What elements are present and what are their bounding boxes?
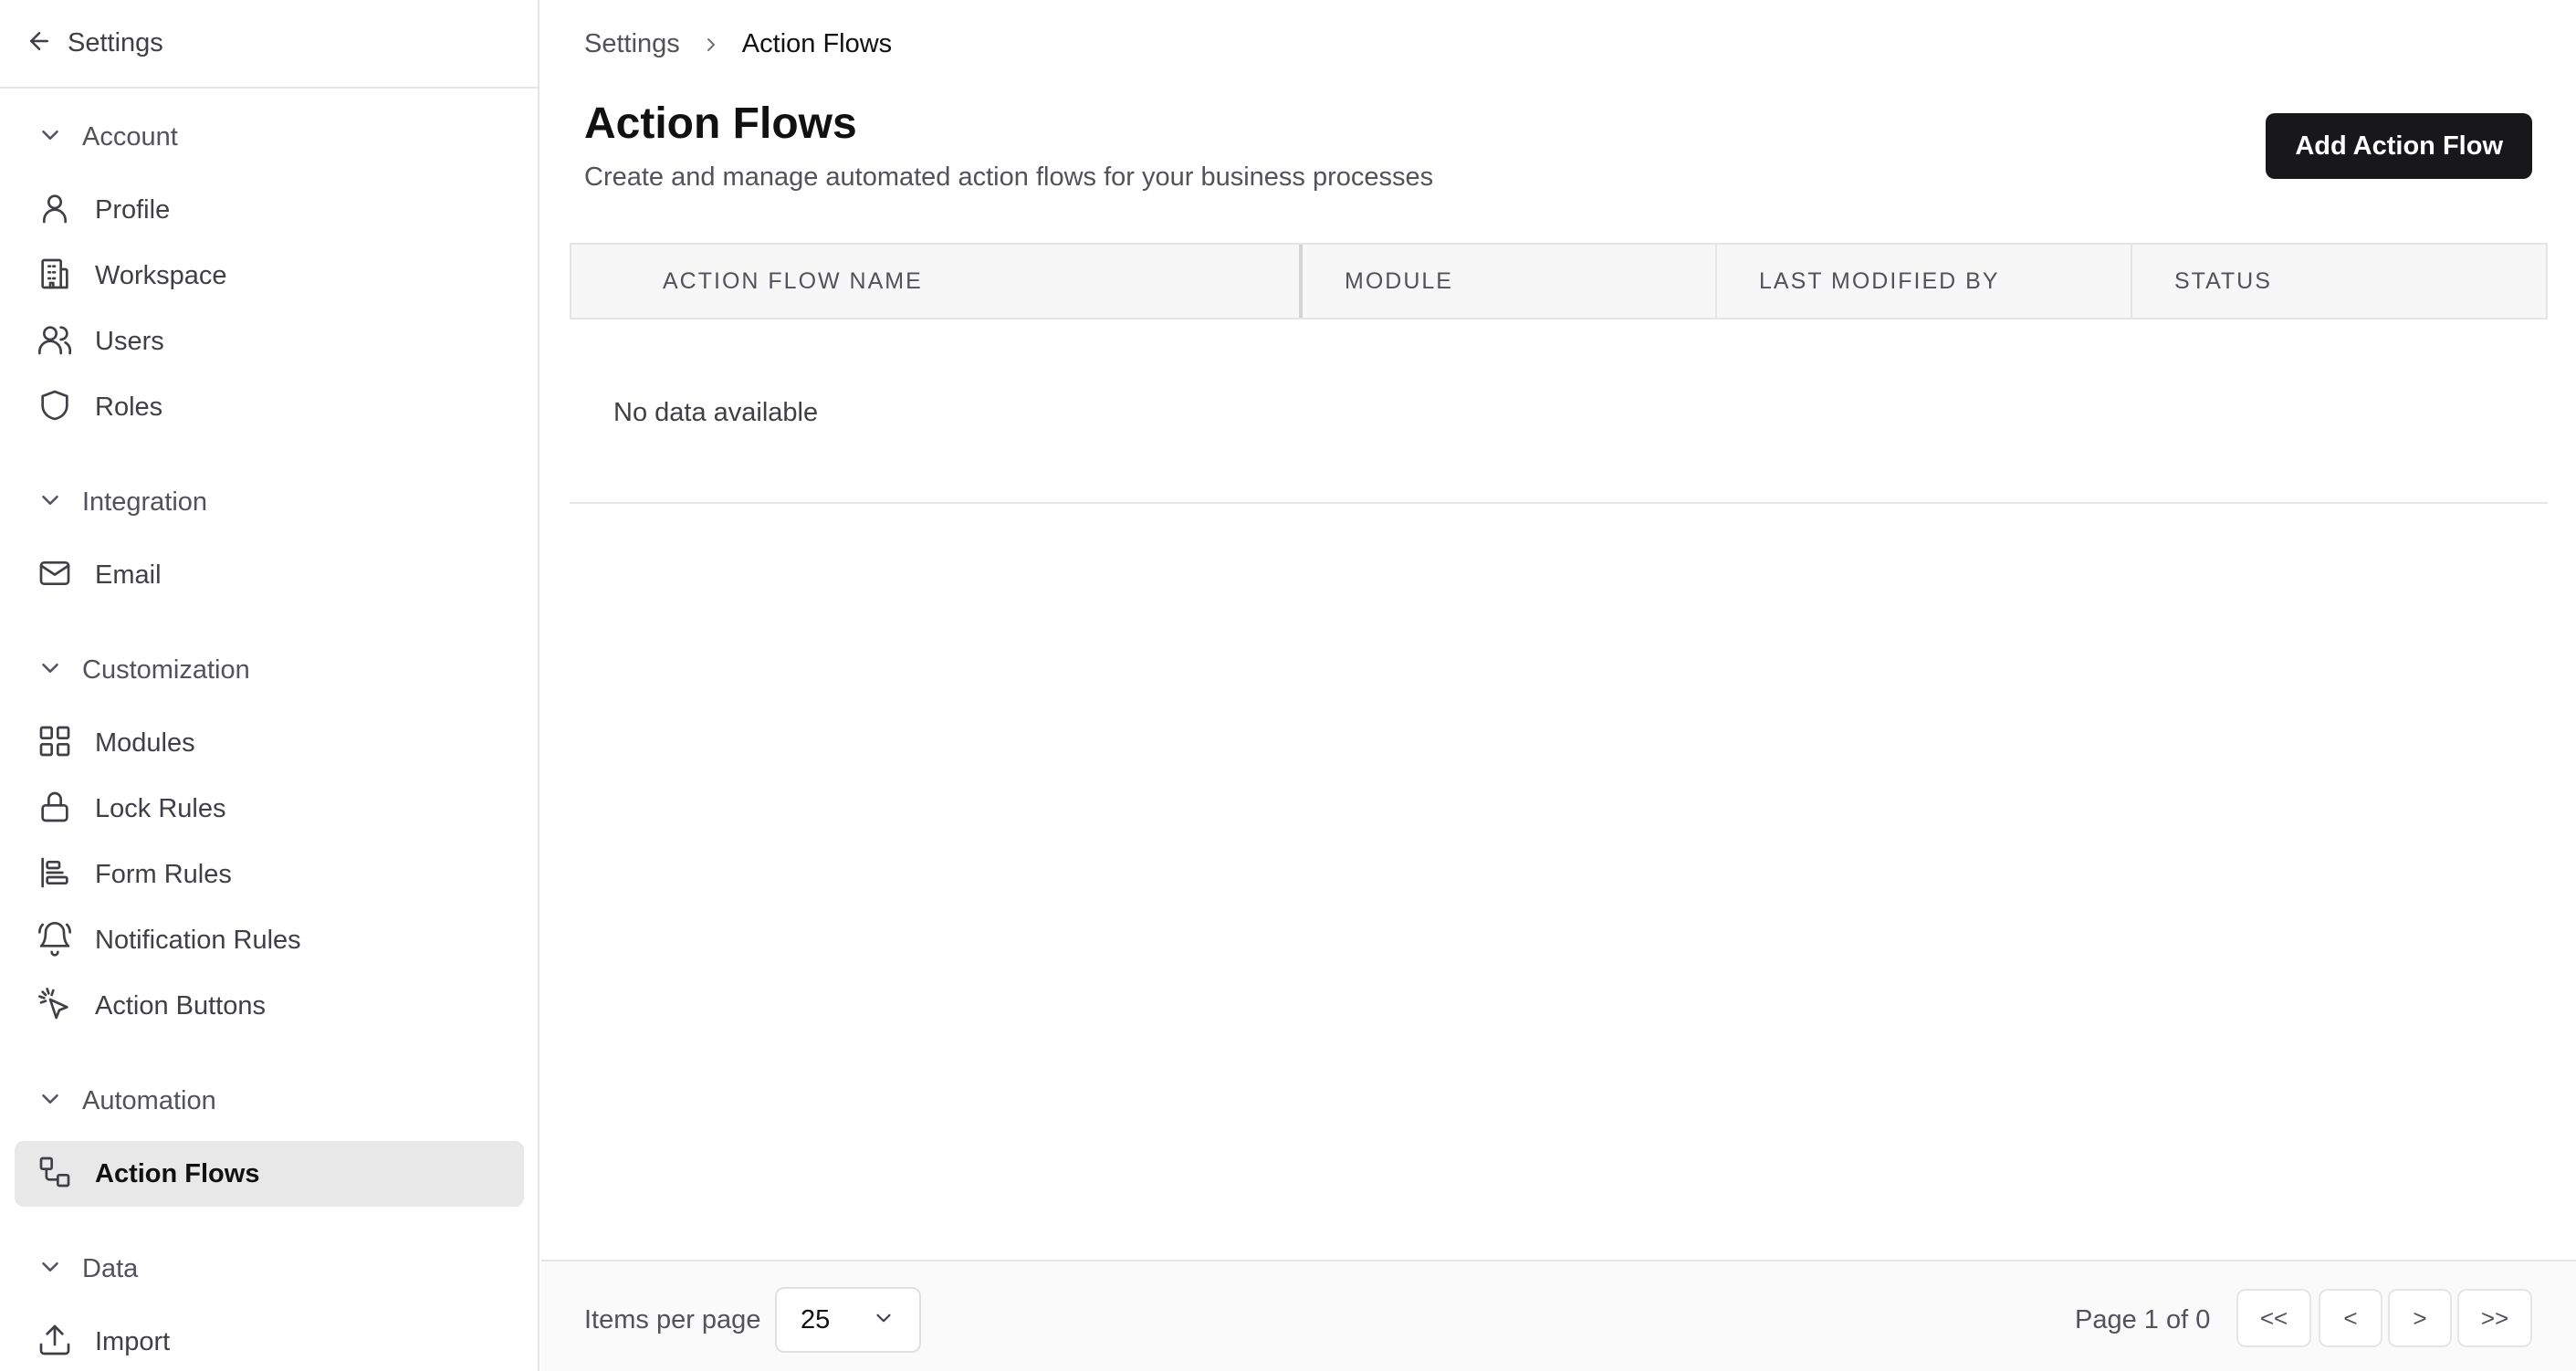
chevron-down-icon xyxy=(37,1253,64,1285)
sidebar-item-email[interactable]: Email xyxy=(15,542,524,608)
action-flows-table: ACTION FLOW NAME MODULE LAST MODIFIED BY… xyxy=(570,243,2548,504)
arrow-left-icon xyxy=(26,27,53,59)
sidebar-item-label: Workspace xyxy=(95,260,227,290)
sidebar-item-label: Action Flows xyxy=(95,1158,260,1188)
pagination-bar: Items per page 25 Page 1 of 0 << < > >> xyxy=(541,1260,2576,1371)
add-action-flow-button[interactable]: Add Action Flow xyxy=(2266,113,2532,179)
first-page-button[interactable]: << xyxy=(2236,1289,2311,1347)
column-header-status[interactable]: STATUS xyxy=(2132,245,2546,318)
sidebar-header: Settings xyxy=(0,0,538,89)
page-title: Action Flows xyxy=(584,99,857,148)
users-icon xyxy=(37,321,73,362)
breadcrumb-settings-link[interactable]: Settings xyxy=(584,29,680,59)
user-icon xyxy=(37,190,73,231)
section-title: Integration xyxy=(82,487,208,517)
chevron-down-icon xyxy=(37,1085,64,1117)
sidebar-item-label: Profile xyxy=(95,194,171,225)
section-account[interactable]: Account xyxy=(37,119,178,155)
upload-icon xyxy=(37,1322,73,1363)
section-integration[interactable]: Integration xyxy=(37,484,207,520)
building-icon xyxy=(37,256,73,297)
workflow-icon xyxy=(37,1154,73,1195)
grid-icon xyxy=(37,723,73,764)
items-per-page-value: 25 xyxy=(801,1304,831,1334)
lock-icon xyxy=(37,789,73,830)
sidebar-item-label: Action Buttons xyxy=(95,990,266,1020)
last-page-button[interactable]: >> xyxy=(2457,1289,2532,1347)
empty-state-text: No data available xyxy=(613,398,819,427)
chevron-right-icon xyxy=(700,34,722,56)
section-customization[interactable]: Customization xyxy=(37,652,250,688)
mail-icon xyxy=(37,555,73,596)
sidebar-item-label: Roles xyxy=(95,392,163,422)
breadcrumb-current: Action Flows xyxy=(741,29,893,58)
sidebar-item-modules[interactable]: Modules xyxy=(15,710,524,776)
section-title: Account xyxy=(82,121,178,152)
sidebar-item-lock-rules[interactable]: Lock Rules xyxy=(15,776,524,842)
items-per-page-label: Items per page xyxy=(584,1305,761,1334)
sidebar-item-profile[interactable]: Profile xyxy=(15,177,524,243)
shield-icon xyxy=(37,387,73,428)
bell-icon xyxy=(37,920,73,961)
column-header-last-modified-by[interactable]: LAST MODIFIED BY xyxy=(1717,245,2132,318)
sidebar-item-label: Form Rules xyxy=(95,859,232,889)
previous-page-button[interactable]: < xyxy=(2319,1289,2382,1347)
sidebar-item-import[interactable]: Import xyxy=(15,1309,524,1371)
main-content: Settings Action Flows Action Flows Creat… xyxy=(541,0,2576,1371)
chevron-down-icon xyxy=(37,487,64,518)
sidebar-item-label: Import xyxy=(95,1326,171,1356)
sidebar-item-notification-rules[interactable]: Notification Rules xyxy=(15,907,524,973)
sidebar-item-label: Modules xyxy=(95,727,195,758)
section-data[interactable]: Data xyxy=(37,1251,138,1287)
sidebar-item-form-rules[interactable]: Form Rules xyxy=(15,842,524,907)
section-title: Customization xyxy=(82,654,250,685)
sidebar-item-action-flows[interactable]: Action Flows xyxy=(15,1141,524,1207)
sidebar-item-label: Users xyxy=(95,326,164,356)
sidebar-item-label: Notification Rules xyxy=(95,925,301,955)
chevron-down-icon xyxy=(37,121,64,153)
sidebar-item-label: Lock Rules xyxy=(95,793,226,823)
back-label: Settings xyxy=(68,28,163,58)
sidebar-item-users[interactable]: Users xyxy=(15,309,524,374)
page-info: Page 1 of 0 xyxy=(2075,1305,2211,1334)
settings-sidebar: Settings Account Profile Workspace Users… xyxy=(0,0,539,1371)
section-title: Automation xyxy=(82,1085,216,1115)
section-title: Data xyxy=(82,1253,139,1283)
chevron-down-icon xyxy=(872,1306,895,1334)
align-left-icon xyxy=(37,854,73,895)
sidebar-item-workspace[interactable]: Workspace xyxy=(15,243,524,309)
chevron-down-icon xyxy=(37,654,64,686)
next-page-button[interactable]: > xyxy=(2388,1289,2452,1347)
section-automation[interactable]: Automation xyxy=(37,1083,216,1119)
column-header-module[interactable]: MODULE xyxy=(1303,245,1717,318)
sidebar-item-roles[interactable]: Roles xyxy=(15,374,524,440)
table-body: No data available xyxy=(570,319,2548,504)
back-to-settings[interactable]: Settings xyxy=(26,27,163,59)
sidebar-item-action-buttons[interactable]: Action Buttons xyxy=(15,973,524,1039)
page-subtitle: Create and manage automated action flows… xyxy=(584,162,1434,192)
column-header-name[interactable]: ACTION FLOW NAME xyxy=(571,245,1303,318)
table-header: ACTION FLOW NAME MODULE LAST MODIFIED BY… xyxy=(570,243,2548,319)
items-per-page-select[interactable]: 25 xyxy=(775,1287,921,1353)
breadcrumb: Settings Action Flows xyxy=(584,29,892,59)
sidebar-item-label: Email xyxy=(95,560,162,590)
pointer-click-icon xyxy=(37,986,73,1027)
